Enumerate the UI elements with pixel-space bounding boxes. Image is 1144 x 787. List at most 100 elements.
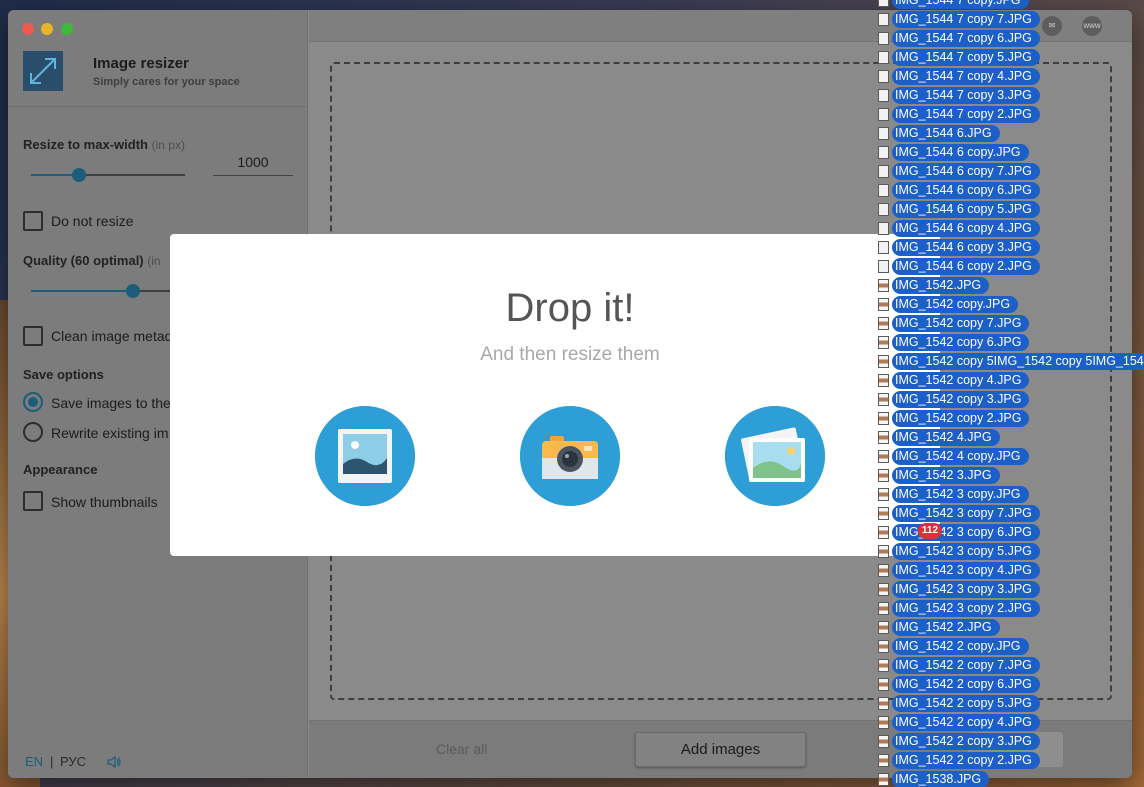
image-file-icon xyxy=(878,583,889,596)
image-file-icon xyxy=(878,355,889,368)
app-logo-icon xyxy=(23,51,63,91)
image-file-icon xyxy=(878,412,889,425)
dragged-file-name: IMG_1542 3 copy 4.JPG xyxy=(892,562,1040,579)
resize-slider-knob[interactable] xyxy=(72,168,86,182)
image-file-icon xyxy=(878,336,889,349)
dragged-file-name: IMG_1542 2 copy.JPG xyxy=(892,638,1029,655)
dragged-file-name: IMG_1544 7 copy 4.JPG xyxy=(892,68,1040,85)
dragged-file-name: IMG_1544 6 copy 2.JPG xyxy=(892,258,1040,275)
dragged-file-name: IMG_1544 6 copy 5.JPG xyxy=(892,201,1040,218)
image-file-icon xyxy=(878,222,889,235)
image-file-icon xyxy=(878,640,889,653)
resize-label-text: Resize to max-width xyxy=(23,137,148,152)
image-file-icon xyxy=(878,488,889,501)
save-to-folder-radio[interactable] xyxy=(23,392,43,412)
quality-slider-knob[interactable] xyxy=(126,284,140,298)
drop-modal: Drop it! And then resize them xyxy=(170,234,940,556)
image-file-icon xyxy=(878,773,889,786)
mail-icon[interactable]: ✉ xyxy=(1042,16,1062,36)
dragged-file-name: IMG_1544 7 copy 3.JPG xyxy=(892,87,1040,104)
dragged-file-name: IMG_1538.JPG xyxy=(892,771,990,787)
dragged-file-name: IMG_1544 6.JPG xyxy=(892,125,1000,142)
appearance-heading: Appearance xyxy=(23,462,98,477)
dragged-file-name: IMG_1544 7 copy 7.JPG xyxy=(892,11,1040,28)
dragged-file-name: IMG_1542 4.JPG xyxy=(892,429,1000,446)
do-not-resize-label: Do not resize xyxy=(51,213,134,229)
dragged-file-name: IMG_1542 2 copy 6.JPG xyxy=(892,676,1040,693)
dragged-file-name: IMG_1544 7 copy 2.JPG xyxy=(892,106,1040,123)
close-window-button[interactable] xyxy=(22,23,34,35)
camera-icon xyxy=(520,406,620,506)
image-file-icon xyxy=(878,51,889,64)
rewrite-existing-radio[interactable] xyxy=(23,422,43,442)
minimize-window-button[interactable] xyxy=(41,23,53,35)
app-subtitle: Simply cares for your space xyxy=(93,76,240,88)
website-icon[interactable]: www xyxy=(1082,16,1102,36)
dragged-file-name: IMG_1542 2 copy 7.JPG xyxy=(892,657,1040,674)
image-file-icon xyxy=(878,754,889,767)
resize-slider[interactable] xyxy=(31,168,185,182)
image-file-icon xyxy=(878,374,889,387)
dragged-file-name: IMG_1542.JPG xyxy=(892,277,990,294)
dragged-file-name: IMG_1542 copy 6.JPG xyxy=(892,334,1030,351)
dragged-file-name: IMG_1542 3 copy.JPG xyxy=(892,486,1029,503)
clear-all-button[interactable]: Clear all xyxy=(436,741,487,757)
resize-hint: (in px) xyxy=(151,138,185,152)
dragged-file-name: IMG_1542 2 copy 5.JPG xyxy=(892,695,1040,712)
image-file-icon xyxy=(878,32,889,45)
app-title: Image resizer xyxy=(93,55,189,72)
save-to-folder-label: Save images to the xyxy=(51,395,171,411)
lang-ru-link[interactable]: РУС xyxy=(60,754,86,769)
add-images-button[interactable]: Add images xyxy=(635,732,806,767)
dragged-file-name: IMG_1542 copy 5IMG_1542 copy 5IMG_1542 xyxy=(892,353,1144,370)
dragged-file-name: IMG_1542 3.JPG xyxy=(892,467,1000,484)
dragged-file-name: IMG_1542 3 copy 3.JPG xyxy=(892,581,1040,598)
image-file-icon xyxy=(878,697,889,710)
image-file-icon xyxy=(878,13,889,26)
image-file-icon xyxy=(878,108,889,121)
image-file-icon xyxy=(878,127,889,140)
resize-label: Resize to max-width (in px) xyxy=(23,137,185,152)
image-file-icon xyxy=(878,602,889,615)
image-file-icon xyxy=(878,431,889,444)
speaker-icon[interactable] xyxy=(106,754,122,770)
image-file-icon xyxy=(878,298,889,311)
dragged-file-name: IMG_1542 2 copy 3.JPG xyxy=(892,733,1040,750)
image-file-icon xyxy=(878,165,889,178)
dragged-file-name: IMG_1542 2 copy 2.JPG xyxy=(892,752,1040,769)
dragged-file-name: IMG_1544 7 copy.JPG xyxy=(892,0,1029,9)
do-not-resize-checkbox[interactable] xyxy=(23,211,43,231)
image-file-icon xyxy=(878,393,889,406)
image-file-icon xyxy=(878,184,889,197)
lang-en-link[interactable]: EN xyxy=(25,754,43,769)
quality-label-text: Quality (60 optimal) xyxy=(23,253,144,268)
dragged-file-name: IMG_1544 7 copy 6.JPG xyxy=(892,30,1040,47)
dragged-file-name: IMG_1542 3 copy 7.JPG xyxy=(892,505,1040,522)
zoom-window-button[interactable] xyxy=(61,23,73,35)
image-file-icon xyxy=(878,545,889,558)
clean-metadata-checkbox[interactable] xyxy=(23,326,43,346)
image-file-icon xyxy=(878,564,889,577)
dragged-file-name: IMG_1544 6 copy.JPG xyxy=(892,144,1029,161)
image-file-icon xyxy=(878,735,889,748)
rewrite-existing-label: Rewrite existing im xyxy=(51,425,169,441)
show-thumbnails-checkbox[interactable] xyxy=(23,491,43,511)
image-file-icon xyxy=(878,317,889,330)
dragged-file-name: IMG_1542 2.JPG xyxy=(892,619,1000,636)
image-file-icon xyxy=(878,70,889,83)
image-file-icon xyxy=(878,716,889,729)
image-file-icon xyxy=(878,526,889,539)
image-file-icon xyxy=(878,146,889,159)
image-file-icon xyxy=(878,203,889,216)
show-thumbnails-label: Show thumbnails xyxy=(51,494,158,510)
image-file-icon xyxy=(878,450,889,463)
picture-icon xyxy=(315,406,415,506)
image-file-icon xyxy=(878,469,889,482)
dragged-file-name: IMG_1542 copy 4.JPG xyxy=(892,372,1030,389)
dragged-file-name: IMG_1542 copy 2.JPG xyxy=(892,410,1030,427)
clean-metadata-label: Clean image metad xyxy=(51,328,173,344)
image-file-icon xyxy=(878,89,889,102)
max-width-input[interactable]: 1000 xyxy=(213,154,293,176)
photos-icon xyxy=(725,406,825,506)
image-file-icon xyxy=(878,279,889,292)
